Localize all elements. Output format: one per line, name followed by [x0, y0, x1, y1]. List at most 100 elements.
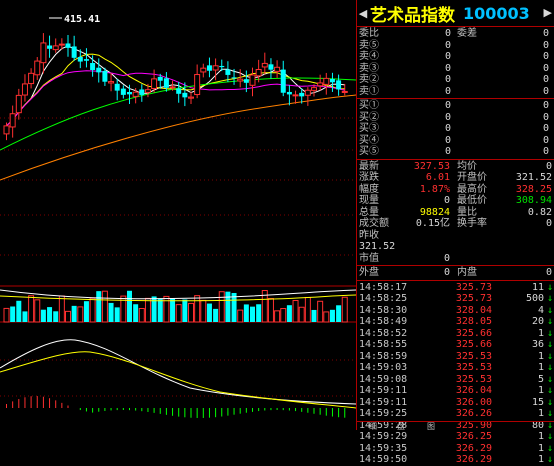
volume-bar	[40, 309, 46, 322]
volume-bar	[28, 295, 35, 323]
candle	[3, 122, 10, 141]
candle	[139, 84, 145, 102]
candle	[249, 67, 256, 97]
bid-row[interactable]: 买⑤ 0 0	[357, 146, 554, 158]
tick-list[interactable]: 14:58:17 325.73 11 ↓ 14:58:25 325.73 500 ↓ 14:58…	[357, 281, 554, 466]
volume-bar	[225, 291, 231, 322]
dea-line	[0, 351, 356, 409]
tab-detail[interactable]: 细	[369, 421, 377, 432]
tick-row: 14:59:29 326.25 1 ↓	[359, 431, 553, 442]
order-ratio-row: 委比 0 委差 0	[359, 28, 550, 39]
latest-row: 最新 327.53 均价 0	[359, 160, 552, 172]
volume-bar	[101, 290, 108, 323]
high-price-label: 415.41	[64, 14, 100, 25]
volume-bar	[323, 311, 330, 323]
stock-header: ◀ 艺术品指数 100003 ▶	[357, 0, 554, 27]
volume-bar	[213, 308, 219, 322]
down-arrow-icon: ↓	[546, 408, 553, 419]
tick-row: 14:59:03 325.53 1 ↓	[359, 362, 553, 373]
ask-row[interactable]: 卖③ 0 0	[357, 63, 554, 75]
volume-bar	[267, 297, 274, 323]
volume-bar	[58, 295, 65, 323]
candle	[268, 58, 274, 79]
volume-bar	[157, 299, 163, 322]
ma10-line	[6, 53, 345, 127]
ask-row[interactable]: 卖⑤ 0 0	[357, 40, 554, 52]
volume-bar	[83, 301, 89, 322]
dif-line	[0, 339, 356, 405]
kline-chart[interactable]: 415.41	[0, 0, 356, 430]
candle	[194, 64, 201, 99]
ma120-line	[0, 94, 356, 181]
bid-book: 买① 0 0 买② 0 0 买③ 0 0 买④ 0 0 买⑤ 0 0	[357, 99, 554, 160]
candle	[292, 90, 299, 104]
bid-row[interactable]: 买③ 0 0	[357, 123, 554, 135]
ask-row[interactable]: 卖② 0 0	[357, 74, 554, 86]
candle	[317, 74, 324, 91]
volume-bar	[133, 304, 139, 322]
volume-bar	[280, 308, 287, 323]
volume-bar	[175, 304, 182, 323]
bid-row[interactable]: 买④ 0 0	[357, 135, 554, 147]
candle	[21, 74, 28, 102]
volume-bar	[250, 306, 255, 322]
candle	[71, 35, 77, 61]
prev-stock-button[interactable]: ◀	[357, 7, 369, 20]
volume-bar	[336, 305, 342, 322]
candle	[114, 78, 120, 101]
volume-bar	[286, 305, 292, 322]
candle	[336, 74, 342, 96]
bottom-tabs: 细 盘 图	[357, 421, 554, 432]
candle	[261, 52, 268, 75]
volume-bar	[311, 309, 317, 322]
volume-bar	[298, 306, 305, 323]
next-stock-button[interactable]: ▶	[544, 6, 552, 19]
tick-row: 14:58:49 328.05 20 ↓	[359, 316, 553, 327]
volume-bar	[22, 311, 28, 322]
tab-book[interactable]: 盘	[397, 421, 405, 432]
candle	[28, 68, 35, 89]
down-arrow-icon: ↓	[546, 327, 553, 339]
candle	[225, 61, 231, 82]
totalvol-row: 总量 98824 量比 0.82	[359, 206, 552, 218]
volume-bar	[77, 306, 84, 323]
bid-row[interactable]: 买② 0 0	[357, 112, 554, 124]
bid-row[interactable]: 买① 0 0	[357, 100, 554, 112]
volume-bar	[256, 304, 262, 322]
volume-bar	[243, 304, 249, 322]
tab-chart[interactable]: 图	[427, 421, 435, 432]
volume-bar	[182, 299, 188, 322]
volume-bar	[200, 299, 207, 323]
quote-panel: ◀ 艺术品指数 100003 ▶ 委比 0 委差 0 卖⑤ 0 0 卖④ 0 0…	[356, 0, 554, 465]
candle	[108, 72, 115, 92]
candle	[9, 105, 16, 138]
ask-row[interactable]: 卖④ 0 0	[357, 51, 554, 63]
down-arrow-icon: ↓	[546, 362, 553, 373]
down-arrow-icon: ↓	[546, 350, 553, 362]
candle	[274, 60, 281, 78]
ask-row[interactable]: 卖① 0 0	[357, 86, 554, 98]
ask-book: 委比 0 委差 0 卖⑤ 0 0 卖④ 0 0 卖③ 0 0 卖② 0 0 卖①…	[357, 27, 554, 99]
volume-bar	[65, 310, 71, 323]
candle	[304, 87, 311, 106]
volume-bar	[218, 291, 225, 323]
down-arrow-icon: ↓	[546, 442, 553, 454]
volume-bar	[108, 302, 114, 322]
tick-row: 14:59:35 326.29 1 ↓	[359, 442, 553, 454]
amount-row: 成交额 0.15亿 换手率 0	[359, 218, 552, 229]
down-arrow-icon: ↓	[546, 431, 553, 442]
stock-name: 艺术品指数	[370, 5, 455, 26]
stock-code: 100003	[463, 3, 530, 23]
volume-bar	[341, 296, 348, 323]
tick-row: 14:59:50 326.29 1 ↓	[359, 454, 553, 465]
down-arrow-icon: ↓	[546, 396, 553, 408]
volume-bar	[53, 311, 59, 322]
candle	[188, 91, 194, 105]
volume-bar	[206, 303, 212, 322]
candle	[206, 57, 212, 78]
candle	[52, 38, 59, 53]
volume-bar	[10, 306, 16, 322]
prev-close-value-row: 321.52	[359, 241, 396, 252]
down-arrow-icon: ↓	[546, 454, 553, 465]
high-marker: 415.41	[49, 14, 100, 25]
